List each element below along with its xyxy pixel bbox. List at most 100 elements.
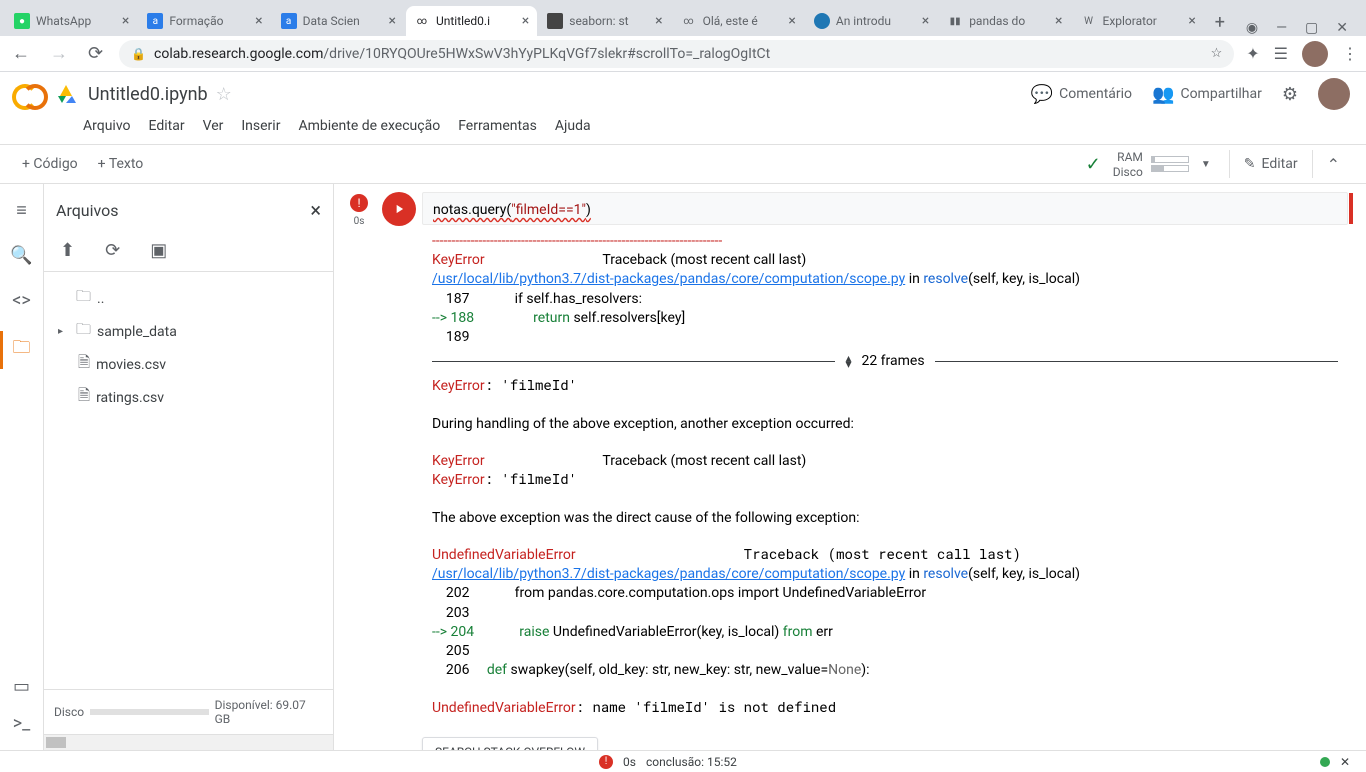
file-tree: 🗀.. ▸🗀sample_data 🗎 movies.csv 🗎ratings.c… [44, 272, 333, 689]
files-footer: Disco Disponível: 69.07 GB [44, 689, 333, 734]
tree-up[interactable]: 🗀.. [52, 282, 325, 315]
status-bar: ! 0s conclusão: 15:52 ✕ [0, 750, 1366, 772]
files-panel: Arquivos × ⬆ ⟳ ▣ 🗀.. ▸🗀sample_data 🗎movi… [44, 184, 334, 750]
reading-list-icon[interactable]: ☰ [1274, 44, 1288, 63]
share-icon: 👥 [1152, 84, 1174, 105]
menu-ver[interactable]: Ver [196, 114, 231, 138]
browser-tab[interactable]: aFormação× [139, 6, 270, 36]
menu-ferramentas[interactable]: Ferramentas [451, 114, 544, 138]
variables-icon[interactable]: ▭ [13, 676, 30, 697]
search-icon[interactable]: 🔍 [10, 245, 32, 266]
close-icon[interactable]: × [255, 13, 262, 29]
share-button[interactable]: 👥Compartilhar [1152, 84, 1262, 105]
tree-label: movies.csv [96, 357, 166, 373]
code-snippets-icon[interactable]: <> [12, 290, 31, 311]
colab-logo-icon[interactable] [12, 76, 48, 112]
lock-icon: 🔒 [131, 47, 146, 61]
tab-title: Formação [169, 14, 251, 28]
maximize-icon[interactable]: ▢ [1305, 20, 1318, 36]
tab-title: Explorator [1103, 14, 1185, 28]
menu-icon[interactable]: ⋮ [1342, 44, 1358, 63]
browser-tab[interactable]: ▮▮pandas do× [939, 6, 1070, 36]
tab-title: Untitled0.i [436, 14, 518, 28]
refresh-icon[interactable]: ⟳ [105, 240, 120, 261]
close-icon[interactable]: × [1188, 13, 1195, 29]
files-icon[interactable]: 🗀 [13, 335, 31, 365]
close-icon[interactable]: × [1055, 13, 1062, 29]
profile-avatar[interactable] [1302, 41, 1328, 67]
menu-editar[interactable]: Editar [142, 114, 192, 138]
exec-time: 0s [354, 216, 365, 227]
tree-folder[interactable]: ▸🗀sample_data [52, 315, 325, 348]
add-code-button[interactable]: + Código [12, 152, 88, 176]
terminal-icon[interactable]: >_ [13, 713, 31, 734]
collapse-button[interactable]: ⌃ [1313, 149, 1354, 180]
browser-tab[interactable]: aData Scien× [273, 6, 404, 36]
browser-tab[interactable]: An introdu× [806, 6, 937, 36]
add-text-button[interactable]: + Texto [88, 152, 154, 176]
close-icon[interactable]: × [922, 13, 929, 29]
comment-icon: 💬 [1031, 84, 1053, 105]
file-name[interactable]: Untitled0.ipynb [88, 84, 208, 105]
code-input[interactable]: notas.query("filmeId==1") [422, 192, 1348, 225]
colab-header: Untitled0.ipynb ☆ 💬Comentário 👥Compartil… [0, 72, 1366, 112]
menu-inserir[interactable]: Inserir [234, 114, 287, 138]
toc-icon[interactable]: ≡ [16, 200, 27, 221]
run-cell-button[interactable] [382, 192, 416, 226]
status-close-icon[interactable]: ✕ [1340, 755, 1350, 769]
frames-expander[interactable]: ▴▾22 frames [432, 352, 1338, 370]
star-icon[interactable]: ☆ [1211, 46, 1223, 61]
traceback-link[interactable]: /usr/local/lib/python3.7/dist-packages/p… [432, 566, 905, 582]
disk-label: Disco [1113, 165, 1143, 179]
file-icon: 🗎 [78, 352, 90, 377]
comment-button[interactable]: 💬Comentário [1031, 84, 1132, 105]
status-conclusion: conclusão: 15:52 [646, 755, 737, 769]
browser-tab[interactable]: seaborn: st × [539, 6, 670, 36]
tree-file[interactable]: 🗎ratings.csv [52, 381, 325, 414]
notebook-area[interactable]: ! 0s notas.query("filmeId==1") ---------… [334, 184, 1366, 750]
disk-label: Disco [54, 705, 84, 719]
horizontal-scrollbar[interactable] [44, 734, 333, 750]
chevron-right-icon[interactable]: ▸ [58, 326, 70, 337]
chevron-down-icon[interactable]: ▼ [1197, 155, 1215, 174]
browser-tab[interactable]: WExplorator× [1073, 6, 1204, 36]
extensions-icon[interactable]: ✦ [1246, 44, 1259, 63]
reload-icon[interactable]: ⟳ [84, 39, 107, 68]
close-icon[interactable]: × [788, 13, 795, 29]
tree-file[interactable]: 🗎 movies.csv [52, 348, 325, 381]
forward-icon[interactable]: → [46, 39, 72, 68]
close-icon[interactable]: × [122, 13, 129, 29]
new-tab-button[interactable]: + [1206, 8, 1234, 36]
browser-tab[interactable]: ●WhatsApp× [6, 6, 137, 36]
cell-error-marker [1349, 193, 1353, 224]
traceback-link[interactable]: /usr/local/lib/python3.7/dist-packages/p… [432, 271, 905, 287]
close-icon[interactable]: × [388, 13, 395, 29]
account-icon[interactable]: ◉ [1246, 20, 1258, 36]
close-icon[interactable]: × [655, 13, 662, 29]
menu-ajuda[interactable]: Ajuda [548, 114, 598, 138]
close-panel-icon[interactable]: × [310, 198, 321, 222]
browser-tab-strip: ●WhatsApp× aFormação× aData Scien× ∞Unti… [0, 0, 1366, 36]
minimize-icon[interactable]: — [1276, 20, 1287, 36]
tab-title: seaborn: st [569, 14, 651, 28]
mount-drive-icon[interactable]: ▣ [150, 240, 167, 261]
tab-title: Data Scien [303, 14, 385, 28]
url-input[interactable]: 🔒 colab.research.google.com/drive/10RYQO… [119, 40, 1234, 68]
upload-icon[interactable]: ⬆ [60, 240, 75, 261]
search-stackoverflow-button[interactable]: SEARCH STACK OVERFLOW [422, 737, 598, 750]
menu-ambiente[interactable]: Ambiente de execução [291, 114, 447, 138]
star-file-icon[interactable]: ☆ [216, 84, 232, 105]
close-window-icon[interactable]: ✕ [1336, 20, 1348, 36]
edit-mode-button[interactable]: ✎Editar [1229, 150, 1313, 178]
menu-arquivo[interactable]: Arquivo [76, 114, 138, 138]
status-time: 0s [623, 755, 636, 769]
user-avatar[interactable] [1318, 78, 1350, 110]
browser-tab-active[interactable]: ∞Untitled0.i× [406, 6, 537, 36]
edit-label: Editar [1262, 156, 1298, 172]
gear-icon[interactable]: ⚙ [1282, 84, 1298, 105]
close-icon[interactable]: × [522, 13, 529, 29]
disk-usage-bar [90, 709, 208, 715]
browser-tab[interactable]: ∞Olá, este é× [673, 6, 804, 36]
back-icon[interactable]: ← [8, 39, 34, 68]
connection-status[interactable]: ✓ RAM Disco ▼ [1086, 150, 1215, 179]
